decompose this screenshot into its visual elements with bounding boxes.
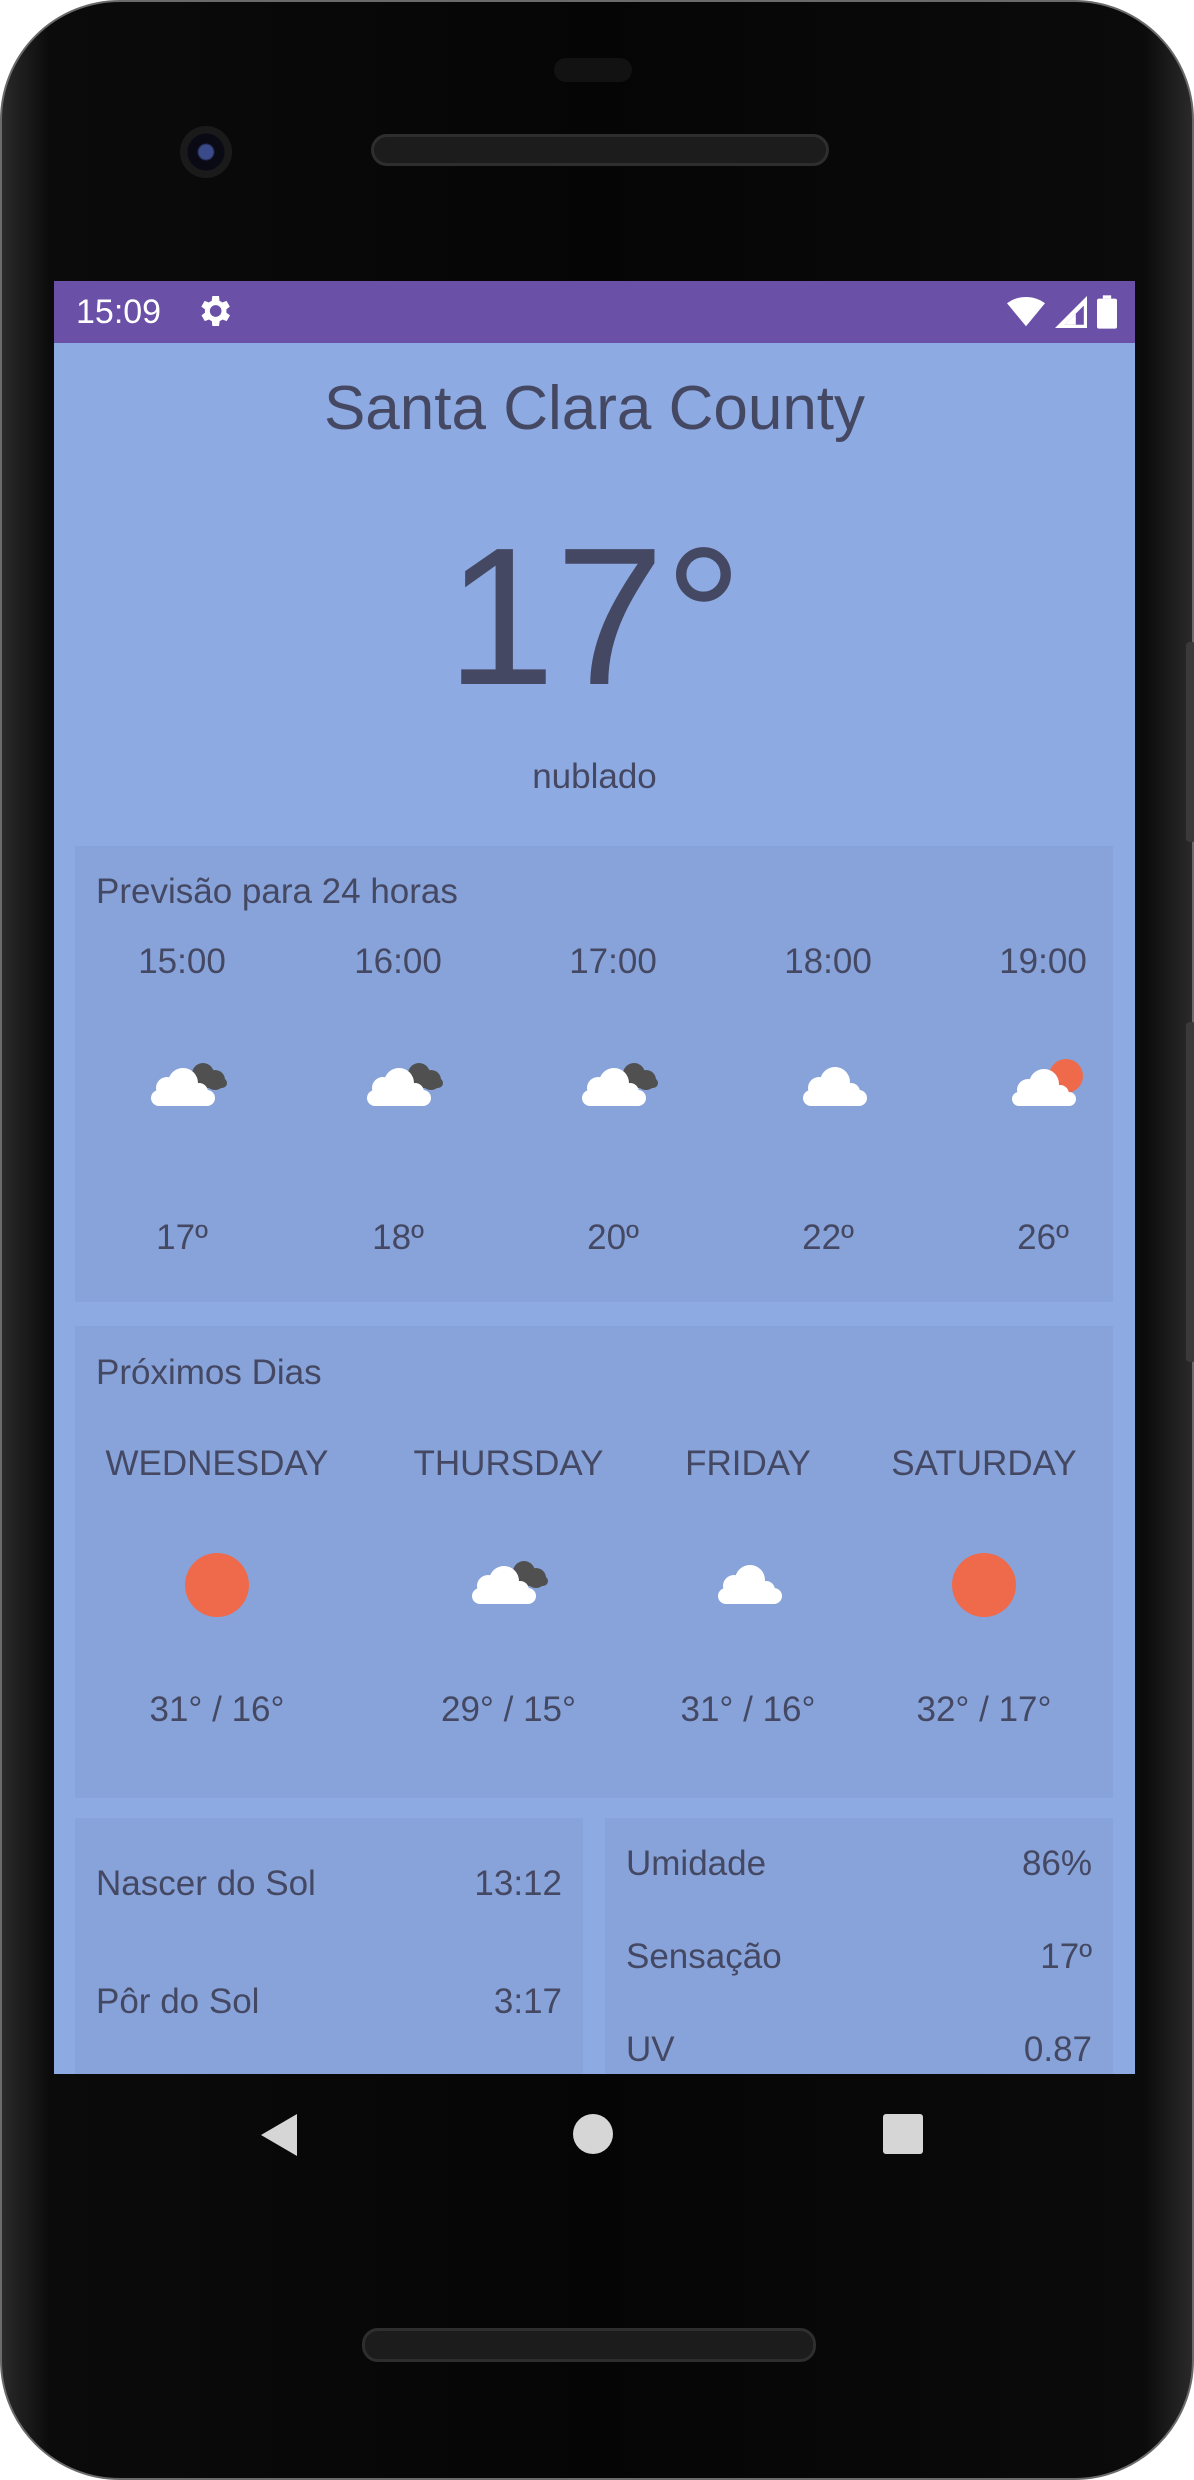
volume-button — [1186, 642, 1194, 842]
humidity-row: Umidade 86% — [626, 1844, 1092, 1884]
recents-icon[interactable] — [883, 2114, 923, 2154]
hour-item: 17:00 20º — [518, 942, 708, 1262]
partly-sunny-icon — [1012, 1059, 1083, 1106]
hour-temp: 20º — [587, 1218, 639, 1257]
home-icon[interactable] — [573, 2114, 613, 2154]
feels-like-row: Sensação 17º — [626, 1937, 1092, 1977]
day-range: 29° / 15° — [440, 1690, 577, 1729]
hour-time: 15:00 — [138, 942, 226, 981]
day-item: THURSDAY 29° / 15° — [381, 1444, 636, 1764]
sun-times-card: Nascer do Sol 13:12 Pôr do Sol 3:17 — [75, 1818, 583, 2074]
power-button — [1186, 1022, 1194, 1362]
hourly-forecast-card: Previsão para 24 horas 15:00 17º 16:00 1… — [75, 846, 1113, 1302]
day-item: SATURDAY 32° / 17° — [864, 1444, 1104, 1764]
sunset-value: 3:17 — [493, 1982, 562, 2021]
battery-icon — [1097, 295, 1117, 329]
app-screen: 15:09 Santa Clara County 17° nublado Pre… — [54, 281, 1135, 2074]
status-time: 15:09 — [76, 293, 162, 331]
daily-forecast-card: Próximos Dias WEDNESDAY 31° / 16° THURSD… — [75, 1326, 1113, 1798]
day-item: WEDNESDAY 31° / 16° — [87, 1444, 347, 1764]
sunrise-value: 13:12 — [474, 1864, 562, 1903]
cloudy-icon — [582, 1063, 658, 1106]
sunrise-label: Nascer do Sol — [96, 1864, 316, 1903]
day-name: WEDNESDAY — [105, 1444, 329, 1483]
feels-like-label: Sensação — [626, 1937, 782, 1976]
hour-temp: 26º — [1017, 1218, 1069, 1257]
status-bar: 15:09 — [54, 281, 1135, 343]
day-item: FRIDAY 31° / 16° — [643, 1444, 853, 1764]
hour-temp: 18º — [372, 1218, 424, 1257]
proximity-sensor — [554, 58, 632, 82]
back-icon[interactable] — [259, 2112, 299, 2158]
cloudy-icon — [472, 1561, 548, 1604]
hour-item: 19:00 26º — [948, 942, 1135, 1262]
hour-time: 18:00 — [784, 942, 872, 981]
cloudy-icon — [367, 1063, 443, 1106]
feels-like-value: 17º — [1040, 1937, 1092, 1976]
current-temperature: 17° — [446, 507, 743, 726]
sunset-row: Pôr do Sol 3:17 — [96, 1982, 562, 2022]
cloud-icon — [718, 1565, 782, 1604]
uv-row: UV 0.87 — [626, 2030, 1092, 2070]
wifi-icon — [1007, 296, 1045, 327]
day-name: FRIDAY — [685, 1444, 811, 1483]
day-range: 32° / 17° — [916, 1690, 1052, 1729]
front-camera — [180, 126, 232, 178]
day-range: 31° / 16° — [680, 1690, 816, 1729]
sunset-label: Pôr do Sol — [96, 1982, 260, 2021]
cloudy-icon — [151, 1063, 227, 1106]
hourly-title: Previsão para 24 horas — [96, 872, 458, 911]
day-name: SATURDAY — [891, 1444, 1077, 1483]
humidity-value: 86% — [1021, 1844, 1092, 1883]
navigation-bar — [54, 2074, 1135, 2204]
hour-item: 15:00 17º — [87, 942, 277, 1262]
day-name: THURSDAY — [413, 1444, 604, 1483]
bottom-speaker — [362, 2328, 816, 2362]
current-condition: nublado — [532, 757, 657, 796]
status-icons — [1007, 293, 1117, 331]
location-title: Santa Clara County — [323, 374, 866, 443]
sun-icon — [185, 1553, 249, 1617]
uv-label: UV — [626, 2030, 675, 2069]
gear-icon — [201, 296, 230, 326]
daily-title: Próximos Dias — [96, 1353, 322, 1392]
cloud-icon — [803, 1067, 867, 1106]
sunrise-row: Nascer do Sol 13:12 — [96, 1864, 562, 1904]
humidity-label: Umidade — [626, 1844, 767, 1883]
phone-frame: 15:09 Santa Clara County 17° nublado Pre… — [0, 0, 1194, 2480]
hour-item: 18:00 22º — [733, 942, 923, 1262]
earpiece-speaker — [371, 134, 829, 166]
hour-item: 16:00 18º — [303, 942, 493, 1262]
hour-temp: 17º — [156, 1218, 208, 1257]
sun-icon — [952, 1553, 1016, 1617]
hour-time: 17:00 — [569, 942, 657, 981]
hour-time: 19:00 — [999, 942, 1087, 981]
day-range: 31° / 16° — [149, 1690, 285, 1729]
hour-temp: 22º — [802, 1218, 854, 1257]
uv-value: 0.87 — [1023, 2030, 1092, 2069]
hour-time: 16:00 — [354, 942, 442, 981]
details-card: Umidade 86% Sensação 17º UV 0.87 — [605, 1818, 1113, 2074]
signal-icon — [1055, 296, 1087, 328]
